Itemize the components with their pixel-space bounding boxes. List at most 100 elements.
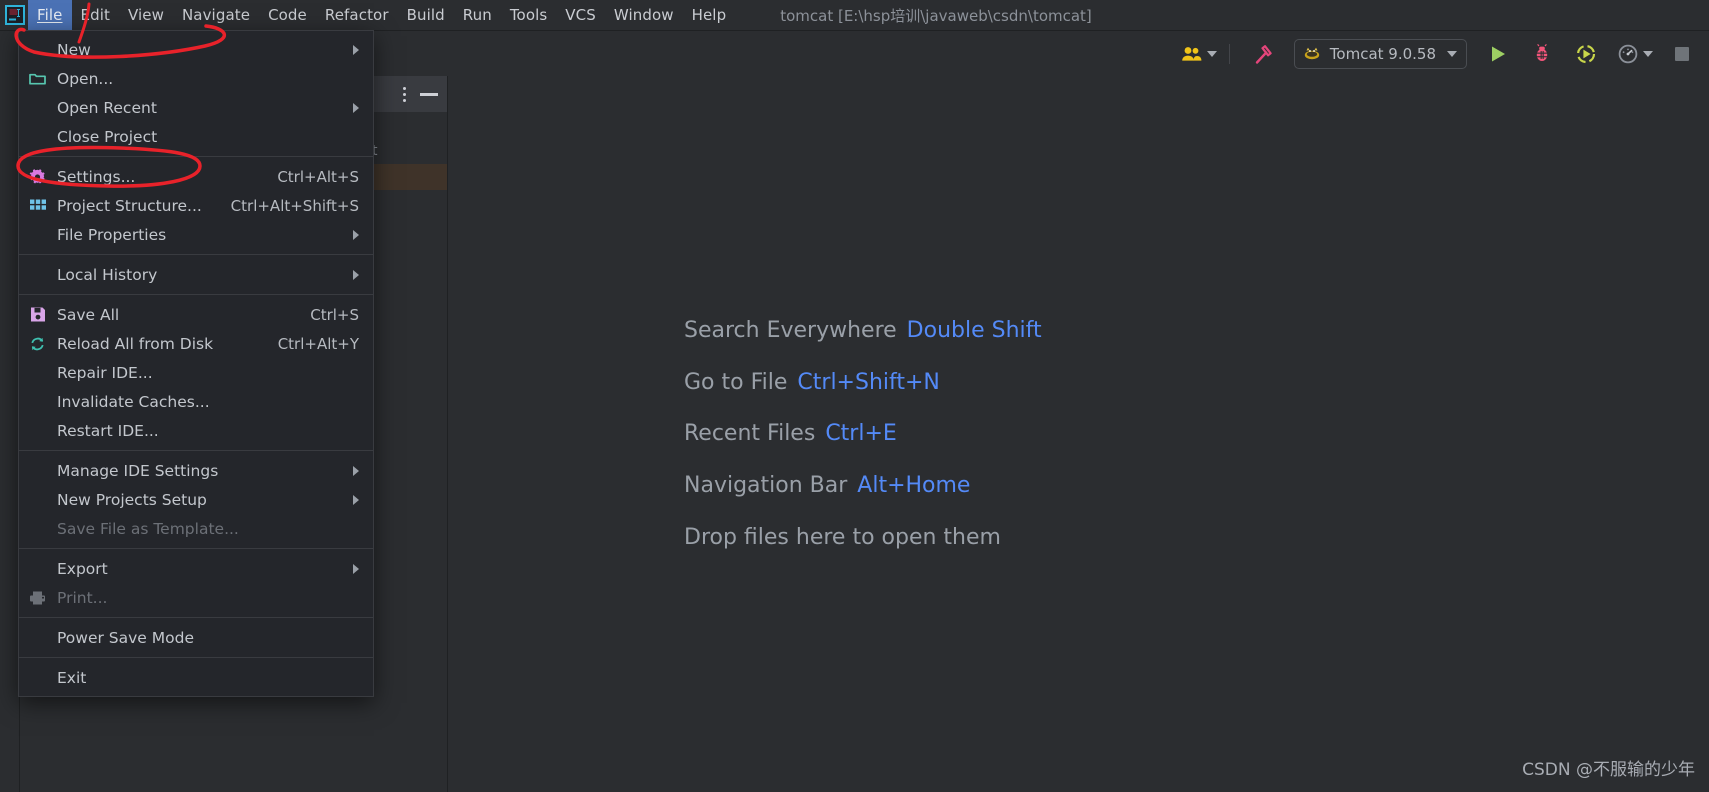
chevron-right-icon [353, 494, 359, 505]
menu-item-label: Open... [57, 69, 114, 88]
menu-item-new[interactable]: New [19, 35, 373, 64]
save-disk-icon [28, 305, 47, 324]
debug-button[interactable] [1527, 39, 1557, 69]
app-logo-icon [2, 0, 28, 30]
menu-window[interactable]: Window [605, 0, 683, 30]
editor-shortcut-hints: Search Everywhere Double Shift Go to File… [684, 316, 1042, 552]
hint-go-to-file: Go to File Ctrl+Shift+N [684, 368, 1042, 398]
chevron-down-icon[interactable] [1447, 50, 1457, 57]
menu-separator [19, 548, 373, 549]
chevron-down-icon [1206, 50, 1217, 57]
menu-item-reload-all-from-disk[interactable]: Reload All from Disk Ctrl+Alt+Y [19, 329, 373, 358]
menu-item-close-project[interactable]: Close Project [19, 122, 373, 151]
menu-item-export[interactable]: Export [19, 554, 373, 583]
menu-navigate-label: Navigate [181, 6, 251, 24]
more-options-icon[interactable] [403, 86, 406, 102]
menu-item-power-save-mode[interactable]: Power Save Mode [19, 623, 373, 652]
menu-item-invalidate-caches[interactable]: Invalidate Caches... [19, 387, 373, 416]
stop-square-icon [1675, 46, 1689, 61]
menu-file[interactable]: File [28, 0, 72, 30]
hint-recent-files: Recent Files Ctrl+E [684, 419, 1042, 449]
menu-item-file-properties[interactable]: File Properties [19, 220, 373, 249]
modules-grid-icon [28, 196, 47, 215]
menu-item-label: Export [57, 559, 108, 578]
hint-label: Search Everywhere [684, 318, 897, 343]
toolbar-separator [1228, 43, 1230, 64]
folder-icon [28, 69, 47, 88]
menu-help[interactable]: Help [683, 0, 736, 30]
menu-navigate[interactable]: Navigate [173, 0, 259, 30]
editor-empty-area[interactable]: Search Everywhere Double Shift Go to File… [448, 76, 1709, 792]
menu-item-restart-ide[interactable]: Restart IDE... [19, 416, 373, 445]
debug-bug-icon [1536, 43, 1548, 61]
menu-run[interactable]: Run [454, 0, 501, 30]
chevron-right-icon [353, 563, 359, 574]
minimize-icon[interactable] [420, 92, 438, 96]
menu-view[interactable]: View [119, 0, 173, 30]
menu-edit[interactable]: Edit [72, 0, 119, 30]
hint-label: Go to File [684, 369, 788, 395]
reload-icon [28, 334, 47, 353]
run-configuration-label: Tomcat 9.0.58 [1329, 44, 1436, 63]
menu-build[interactable]: Build [398, 0, 454, 30]
menu-item-label: Close Project [57, 127, 158, 146]
menu-separator [19, 617, 373, 618]
menu-item-exit[interactable]: Exit [19, 663, 373, 692]
menu-item-manage-ide-settings[interactable]: Manage IDE Settings [19, 456, 373, 485]
menu-item-label: Manage IDE Settings [57, 461, 219, 480]
menu-item-label: Open Recent [57, 98, 157, 117]
menu-separator [19, 450, 373, 451]
run-coverage-icon [1576, 44, 1596, 63]
menu-item-label: Invalidate Caches... [57, 392, 210, 411]
collaborate-button[interactable] [1181, 39, 1217, 69]
menu-vcs[interactable]: VCS [556, 0, 605, 30]
hint-navigation-bar: Navigation Bar Alt+Home [684, 471, 1042, 501]
menu-tools[interactable]: Tools [501, 0, 556, 30]
menu-run-label: Run [462, 6, 492, 24]
chevron-down-icon[interactable] [1643, 50, 1653, 57]
build-button[interactable] [1248, 39, 1278, 69]
menu-item-new-projects-setup[interactable]: New Projects Setup [19, 485, 373, 514]
menu-item-label: Repair IDE... [57, 363, 153, 382]
menu-item-print: Print... [19, 583, 373, 612]
stop-button[interactable] [1667, 39, 1697, 69]
run-play-icon [1492, 46, 1505, 61]
menu-window-label: Window [613, 6, 674, 24]
profiler-gauge-icon [1618, 44, 1638, 63]
menu-edit-label: Edit [80, 6, 110, 24]
menu-item-shortcut: Ctrl+Alt+Y [277, 334, 359, 353]
profiler-button[interactable] [1617, 39, 1653, 69]
menu-item-project-structure[interactable]: Project Structure... Ctrl+Alt+Shift+S [19, 191, 373, 220]
menu-code[interactable]: Code [259, 0, 316, 30]
run-with-coverage-button[interactable] [1571, 39, 1601, 69]
chevron-right-icon [353, 269, 359, 280]
menu-item-label: Restart IDE... [57, 421, 159, 440]
hint-label: Recent Files [684, 421, 816, 447]
menu-item-label: File Properties [57, 225, 167, 244]
menu-separator [19, 657, 373, 658]
gear-icon [28, 167, 47, 186]
menu-item-label: Local History [57, 265, 158, 284]
ide-window: t Search Everywhere Double Shift Go to Fi… [0, 0, 1709, 792]
printer-icon [28, 588, 47, 607]
menu-item-label: Project Structure... [57, 196, 202, 215]
run-button[interactable] [1483, 39, 1513, 69]
hint-label: Drop files here to open them [684, 524, 1001, 550]
menu-file-label: File [37, 6, 63, 24]
menu-item-open-recent[interactable]: Open Recent [19, 93, 373, 122]
menu-item-label: Exit [57, 668, 87, 687]
menu-item-label: Save All [57, 305, 120, 324]
run-configuration-selector[interactable]: Tomcat 9.0.58 [1293, 38, 1467, 69]
tool-window-strip-left[interactable] [0, 76, 20, 792]
menu-item-shortcut: Ctrl+Alt+S [277, 167, 359, 186]
menu-item-save-all[interactable]: Save All Ctrl+S [19, 300, 373, 329]
menu-item-repair-ide[interactable]: Repair IDE... [19, 358, 373, 387]
menu-item-open[interactable]: Open... [19, 64, 373, 93]
menu-item-local-history[interactable]: Local History [19, 260, 373, 289]
menu-item-settings[interactable]: Settings... Ctrl+Alt+S [19, 162, 373, 191]
menu-refactor[interactable]: Refactor [316, 0, 398, 30]
hint-shortcut: Ctrl+E [825, 421, 897, 447]
hint-search-everywhere: Search Everywhere Double Shift [684, 316, 1042, 346]
file-menu-popup[interactable]: New Open... Open Recent Close Project Se… [18, 30, 374, 697]
chevron-right-icon [353, 229, 359, 240]
